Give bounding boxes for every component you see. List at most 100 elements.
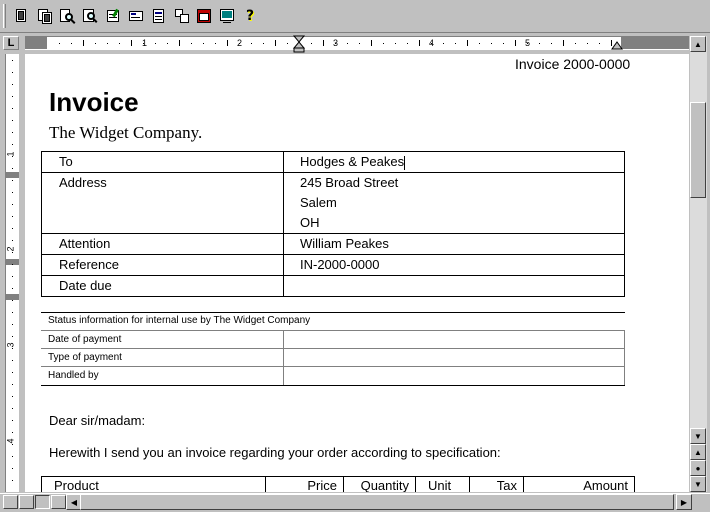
address-line-2: Salem bbox=[300, 195, 337, 210]
column-header-amount: Amount bbox=[523, 476, 635, 492]
outline-right-button[interactable] bbox=[149, 6, 169, 26]
outline-view-button[interactable] bbox=[51, 495, 66, 509]
edit-page-button[interactable] bbox=[103, 6, 123, 26]
vruler-tick bbox=[12, 360, 13, 361]
calendar-insert-icon bbox=[196, 8, 212, 24]
zoom-button[interactable] bbox=[57, 6, 77, 26]
right-indent-marker[interactable] bbox=[611, 40, 623, 50]
status-table: Date of payment Type of payment Handled … bbox=[41, 330, 625, 385]
address-line-1: 245 Broad Street bbox=[300, 175, 399, 190]
field-value-reference[interactable]: IN-2000-0000 bbox=[283, 254, 625, 276]
vruler-tick bbox=[12, 240, 13, 241]
scroll-up-button[interactable]: ▲ bbox=[690, 36, 706, 52]
ruler-tick bbox=[263, 43, 264, 44]
screen-image-icon bbox=[219, 8, 235, 24]
help-button[interactable]: ? bbox=[240, 6, 260, 26]
attention-value: William Peakes bbox=[300, 236, 389, 251]
edit-page-icon bbox=[105, 8, 121, 24]
vruler-tick bbox=[12, 96, 13, 97]
column-header-price: Price bbox=[265, 476, 344, 492]
ruler-tick bbox=[155, 43, 156, 44]
ruler-tick bbox=[479, 43, 480, 44]
ruler-tick bbox=[143, 43, 144, 44]
horizontal-ruler[interactable]: 1 2 3 4 5 bbox=[25, 36, 689, 50]
vruler-tick bbox=[12, 408, 13, 409]
field-value-address[interactable]: 245 Broad Street Salem OH bbox=[283, 172, 625, 234]
ruler-tick bbox=[431, 43, 432, 44]
multiple-pages-icon bbox=[37, 8, 53, 24]
status-label: Date of payment bbox=[41, 330, 284, 349]
ruler-tick bbox=[539, 43, 540, 44]
status-value-cell[interactable] bbox=[282, 366, 625, 385]
multiple-pages-button[interactable] bbox=[35, 6, 55, 26]
screen-image-button[interactable] bbox=[217, 6, 237, 26]
vruler-tick bbox=[12, 108, 13, 109]
calendar-insert-button[interactable] bbox=[194, 6, 214, 26]
previous-page-button[interactable]: ▲ bbox=[690, 444, 706, 460]
field-value-to[interactable]: Hodges & Peakes bbox=[283, 151, 625, 173]
ruler-tick bbox=[551, 43, 552, 44]
ruler-tick bbox=[347, 43, 348, 44]
document-title: Invoice bbox=[49, 87, 139, 117]
vertical-scrollbar[interactable]: ▲ ▼ ▲ ● ▼ bbox=[690, 36, 707, 492]
vruler-tick bbox=[12, 84, 13, 85]
new-document-button[interactable] bbox=[11, 6, 31, 26]
text-cursor bbox=[404, 155, 406, 170]
move-block-button[interactable] bbox=[172, 6, 192, 26]
right-margin-shade bbox=[621, 37, 689, 49]
status-value-cell[interactable] bbox=[282, 330, 625, 349]
tab-type-selector[interactable]: L bbox=[3, 36, 19, 50]
vruler-tick bbox=[12, 264, 13, 265]
document-page[interactable]: Invoice 2000-0000 Invoice The Widget Com… bbox=[25, 54, 689, 492]
ruler-tick bbox=[503, 43, 504, 44]
vruler-tick bbox=[12, 60, 13, 61]
ruler-tick bbox=[167, 43, 168, 44]
vruler-tick bbox=[12, 216, 13, 217]
status-value-cell[interactable] bbox=[282, 348, 625, 367]
vruler-tick bbox=[12, 180, 13, 181]
ruler-tick bbox=[191, 43, 192, 44]
table-row: Date of payment bbox=[41, 330, 625, 349]
outline-left-button[interactable] bbox=[126, 6, 146, 26]
scroll-right-button[interactable]: ▶ bbox=[676, 494, 692, 510]
vruler-tick bbox=[12, 168, 13, 169]
vertical-scroll-thumb[interactable] bbox=[690, 102, 706, 198]
ruler-tick bbox=[287, 43, 288, 44]
left-indent-marker[interactable] bbox=[292, 35, 306, 53]
next-page-button[interactable]: ▼ bbox=[690, 476, 706, 492]
ruler-tick bbox=[59, 43, 60, 44]
vruler-tick bbox=[12, 312, 13, 313]
ruler-tick bbox=[383, 43, 384, 44]
scroll-down-button[interactable]: ▼ bbox=[690, 428, 706, 444]
vruler-tick bbox=[12, 300, 13, 301]
select-browse-object-button[interactable]: ● bbox=[690, 460, 706, 476]
vertical-ruler[interactable]: 1 2 3 4 bbox=[0, 54, 24, 492]
status-label: Handled by bbox=[41, 366, 284, 385]
table-row: Handled by bbox=[41, 366, 625, 385]
field-value-date-due[interactable] bbox=[283, 275, 625, 297]
ruler-tick bbox=[239, 43, 240, 44]
toolbar-grip[interactable] bbox=[3, 4, 6, 28]
vruler-tick bbox=[12, 132, 13, 133]
column-header-tax: Tax bbox=[469, 476, 524, 492]
table-row: Type of payment bbox=[41, 348, 625, 367]
ruler-tick bbox=[527, 43, 528, 44]
vruler-tick bbox=[12, 348, 13, 349]
page-view-button[interactable] bbox=[35, 495, 50, 509]
circle-icon: ● bbox=[695, 463, 701, 473]
intro-text: Herewith I send you an invoice regarding… bbox=[49, 445, 501, 460]
header-invoice-number: Invoice 2000-0000 bbox=[515, 56, 631, 72]
ruler-tick bbox=[119, 43, 120, 44]
table-header-row: Product Price Quantity Unit Tax Amount bbox=[41, 476, 635, 492]
vruler-tick bbox=[12, 72, 13, 73]
field-value-attention[interactable]: William Peakes bbox=[283, 233, 625, 255]
horizontal-scroll-thumb[interactable] bbox=[80, 494, 674, 510]
horizontal-scrollbar[interactable]: ◀ ▶ bbox=[0, 493, 710, 510]
normal-view-button[interactable] bbox=[3, 495, 18, 509]
status-section: Status information for internal use by T… bbox=[41, 312, 625, 386]
web-view-button[interactable] bbox=[19, 495, 34, 509]
print-preview-button[interactable] bbox=[80, 6, 100, 26]
ruler-tick bbox=[227, 40, 228, 46]
ruler-tick bbox=[311, 43, 312, 44]
vruler-number: 3 bbox=[5, 342, 16, 348]
